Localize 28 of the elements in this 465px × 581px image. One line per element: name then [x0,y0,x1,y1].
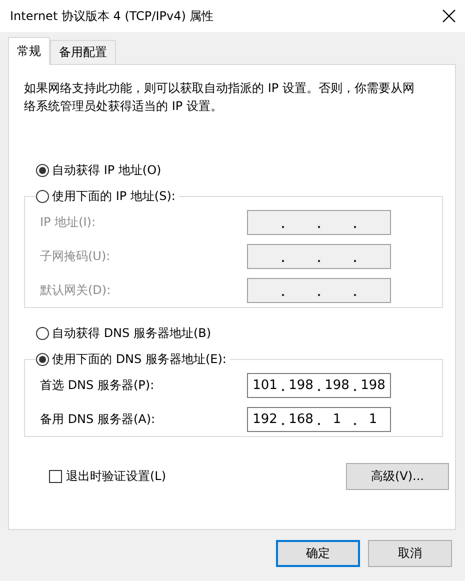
tab[interactable]: 常规 [8,37,50,65]
radio-label[interactable]: 使用下面的 DNS 服务器地址(E): [49,350,230,368]
checkbox[interactable] [49,470,62,483]
checkbox-label[interactable]: 退出时验证设置(L) [66,468,166,485]
radio-button[interactable] [36,352,49,366]
field-label: IP 地址(I): [40,214,96,231]
radio-label[interactable]: 使用下面的 IP 地址(S): [49,188,180,204]
description-text: 如果网络支持此功能，则可以获取自动指派的 IP 设置。否则，你需要从网络系统管理员处获得适当的 IP 设置。 [24,80,416,115]
field-label: 首选 DNS 服务器(P): [40,377,154,394]
ip-address-field[interactable] [247,210,391,235]
ip-address-field[interactable]: 192 168 1 1 [247,407,391,432]
field-label: 默认网关(D): [40,282,111,299]
radio-label[interactable]: 自动获得 DNS 服务器地址(B) [52,324,212,342]
window-title: Internet 协议版本 4 (TCP/IPv4) 属性 [10,8,214,24]
cancel-button[interactable]: 取消 [368,540,452,567]
ok-button[interactable]: 确定 [276,540,360,567]
radio-button[interactable] [36,164,49,176]
tab[interactable]: 备用配置 [50,40,116,64]
close-icon[interactable] [442,9,456,23]
ip-address-field[interactable]: 101 198 198 198 [247,373,391,398]
field-label: 备用 DNS 服务器(A): [40,411,156,428]
radio-button[interactable] [36,190,49,202]
radio-button[interactable] [36,326,49,340]
advanced-button[interactable]: 高级(V)... [346,463,449,490]
radio-label[interactable]: 自动获得 IP 地址(O) [52,162,162,178]
field-label: 子网掩码(U): [40,248,110,265]
ip-address-field[interactable] [247,278,391,303]
ip-address-field[interactable] [247,244,391,269]
